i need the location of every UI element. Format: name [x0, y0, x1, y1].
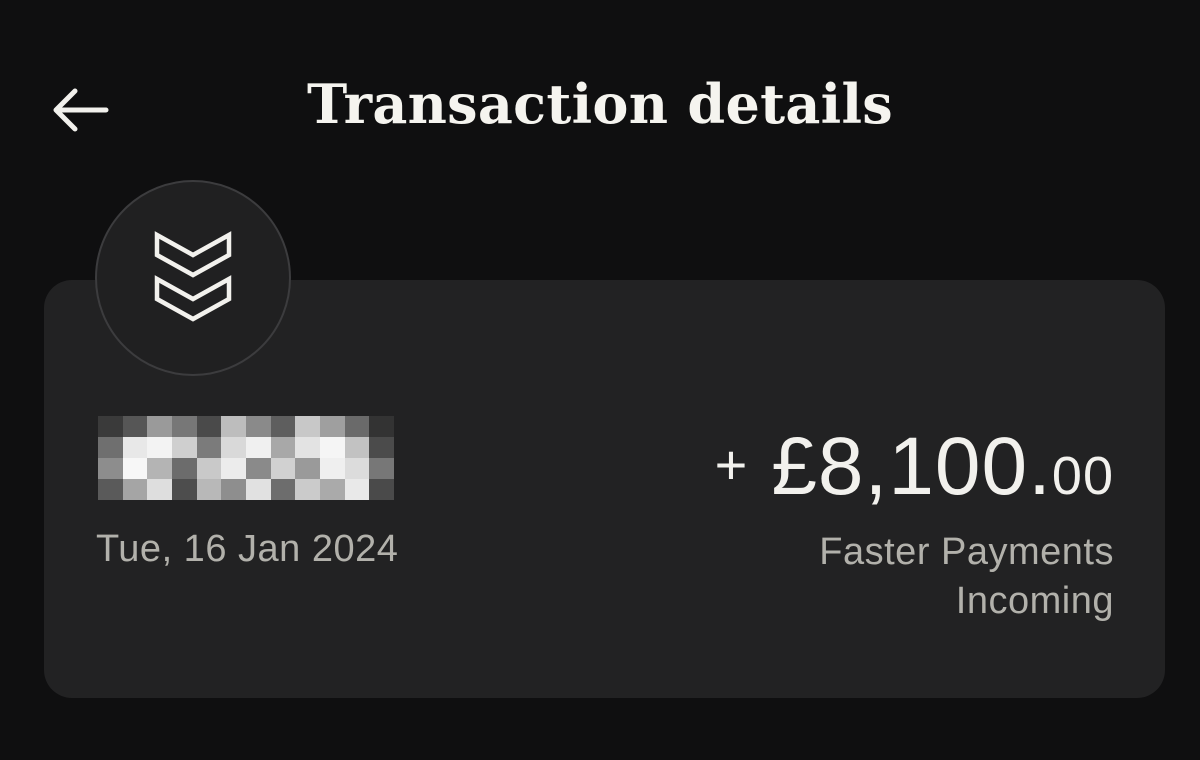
- double-chevron-down-icon: [154, 231, 232, 322]
- header: Transaction details: [0, 0, 1200, 210]
- transaction-details-screen: Transaction details Tue, 16 Jan 2024 + £8…: [0, 0, 1200, 760]
- transaction-amount: + £8,100.00: [715, 420, 1114, 514]
- amount-cents: 00: [1051, 446, 1114, 506]
- amount-main: £8,100.: [771, 421, 1052, 512]
- transaction-avatar: [95, 180, 291, 376]
- amount-sign: +: [714, 433, 748, 496]
- payment-type-line2: Incoming: [955, 580, 1114, 622]
- transaction-date: Tue, 16 Jan 2024: [96, 528, 399, 570]
- counterparty-name-redacted: [98, 416, 394, 500]
- page-title: Transaction details: [307, 72, 893, 136]
- payment-type-line1: Faster Payments: [819, 531, 1114, 573]
- payment-type: Faster Payments Incoming: [694, 528, 1114, 626]
